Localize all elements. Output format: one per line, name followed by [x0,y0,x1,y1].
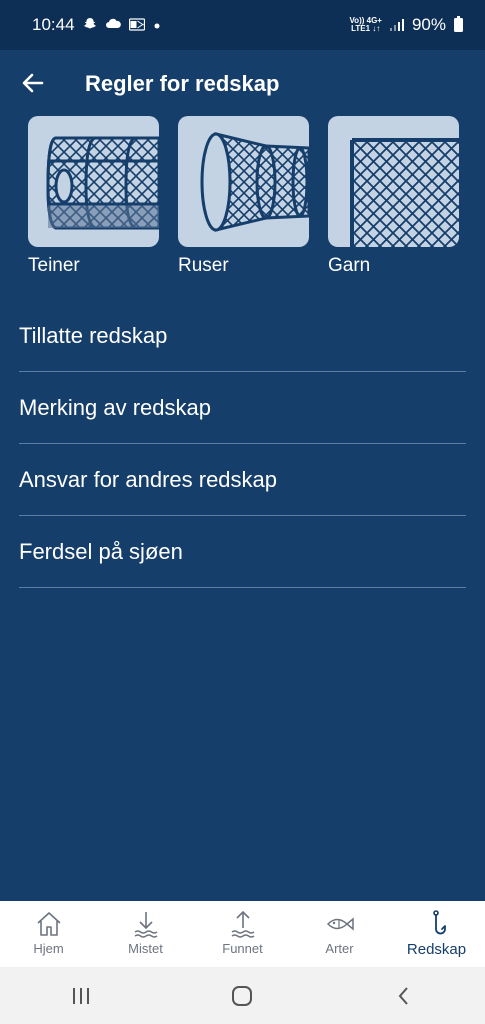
network-indicator: Vo)) 4G+ LTE1 ↓↑ [349,17,382,33]
outlook-icon [128,17,145,33]
gear-label-teiner: Teiner [28,255,80,276]
nav-label-hjem: Hjem [33,941,64,956]
nav-item-redskap[interactable]: Redskap [388,901,485,967]
rules-menu: Tillatte redskap Merking av redskap Ansv… [19,300,466,588]
menu-item-tillatte-redskap[interactable]: Tillatte redskap [19,300,466,372]
bottom-nav: Hjem Mistet Funnet Arter Redskap [0,901,485,967]
nav-item-mistet[interactable]: Mistet [97,901,194,967]
recent-apps-icon [72,987,89,1004]
system-back-button[interactable] [384,976,424,1016]
nav-label-funnet: Funnet [222,941,263,956]
battery-percent: 90% [411,15,446,34]
snapchat-icon [83,17,97,33]
gear-label-ruser: Ruser [178,255,229,276]
gillnet-icon [328,116,459,247]
gear-card-teiner[interactable]: Teiner [28,116,159,277]
nav-item-funnet[interactable]: Funnet [194,901,291,967]
nav-item-hjem[interactable]: Hjem [0,901,97,967]
gear-label-garn: Garn [328,255,371,276]
hook-icon [432,910,446,935]
crab-pot-icon [28,116,159,247]
status-time: 10:44 [32,15,75,34]
upload-icon [231,910,254,938]
menu-item-merking-av-redskap[interactable]: Merking av redskap [19,372,466,444]
home-button[interactable] [222,976,262,1016]
arrow-left-icon [22,73,44,93]
gear-card-garn[interactable]: Garn [328,116,459,277]
system-nav-bar [0,967,485,1024]
recent-apps-button[interactable] [61,976,101,1016]
page-title: Regler for redskap [85,71,280,96]
home-icon [36,912,61,936]
home-circle-icon [232,985,253,1006]
nav-label-arter: Arter [325,941,354,956]
gear-card-ruser[interactable]: Ruser [178,116,309,277]
network-bottom: LTE1 ↓↑ [351,24,381,33]
nav-item-arter[interactable]: Arter [291,901,388,967]
nav-label-redskap: Redskap [406,941,467,958]
back-button[interactable] [18,68,48,98]
battery-icon [454,16,463,32]
gear-type-grid: Teiner Ruser Garn [28,116,459,277]
menu-item-ansvar-for-andres-redskap[interactable]: Ansvar for andres redskap [19,444,466,516]
chevron-left-icon [398,986,408,1005]
status-bar: 10:44 Vo)) 4G+ LTE1 ↓↑ 90% [0,0,485,50]
fyke-net-icon [178,116,309,247]
menu-item-ferdsel-pa-sjoen[interactable]: Ferdsel på sjøen [19,516,466,588]
notification-dot-icon [153,19,161,32]
download-icon [134,912,157,938]
fish-icon [326,917,354,931]
nav-label-mistet: Mistet [128,941,163,956]
cloud-icon [105,18,121,32]
app-bar: Regler for redskap [0,50,485,116]
signal-icon [389,19,404,31]
